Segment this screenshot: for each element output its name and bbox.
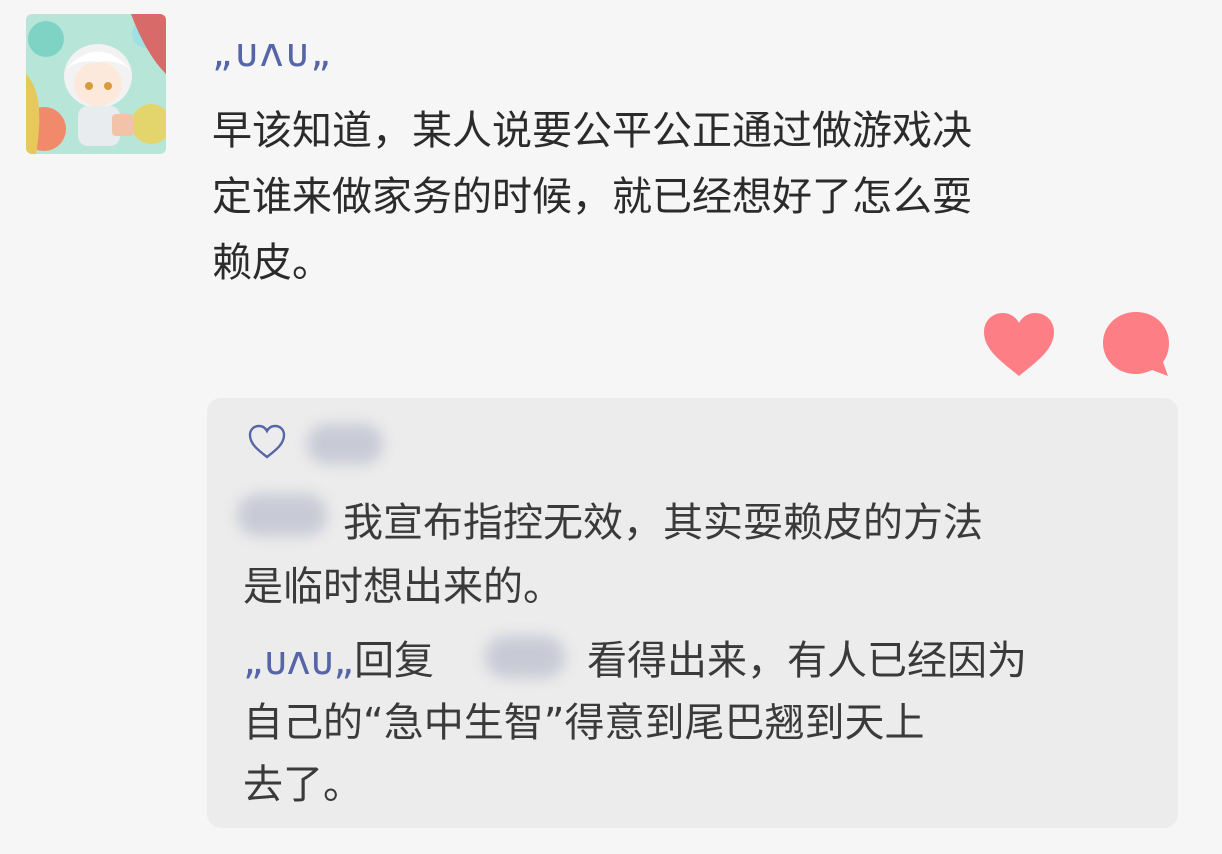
heart-outline-icon[interactable] (247, 422, 287, 462)
comment-text-line: 我宣布指控无效，其实耍赖皮的方法 (343, 500, 983, 546)
post-content-line: 赖皮。 (212, 240, 332, 286)
comment-text-line: 是临时想出来的。 (243, 564, 563, 610)
comment-text-line: 自己的“急中生智”得意到尾巴翘到天上 (243, 700, 925, 746)
reply-label: 回复 (354, 638, 435, 684)
reply-author-name[interactable]: „ᴜʌᴜ„ (243, 638, 354, 684)
comment-text-line: 看得出来，有人已经因为 (587, 638, 1027, 684)
comment-button[interactable] (1100, 310, 1172, 380)
liker-name-redacted[interactable] (307, 424, 383, 464)
author-avatar[interactable] (26, 14, 166, 154)
post-content-line: 早该知道，某人说要公平公正通过做游戏决 (212, 108, 972, 154)
post-content: 早该知道，某人说要公平公正通过做游戏决 定谁来做家务的时候，就已经想好了怎么耍 … (212, 98, 1172, 296)
post-content-line: 定谁来做家务的时候，就已经想好了怎么耍 (212, 174, 972, 220)
avatar-illustration (26, 14, 166, 154)
comment-text-line: 去了。 (243, 762, 363, 808)
comments-section: 我宣布指控无效，其实耍赖皮的方法 是临时想出来的。 „ᴜʌᴜ„回复 看得出来，有… (207, 398, 1178, 828)
reply-target-name-redacted[interactable] (485, 636, 565, 678)
commenter-name-redacted[interactable] (237, 494, 327, 536)
heart-filled-icon (984, 313, 1054, 376)
like-button[interactable] (982, 312, 1056, 378)
speech-bubble-icon (1103, 312, 1169, 376)
post-author-name[interactable]: „ᴜʌᴜ„ (212, 28, 333, 78)
